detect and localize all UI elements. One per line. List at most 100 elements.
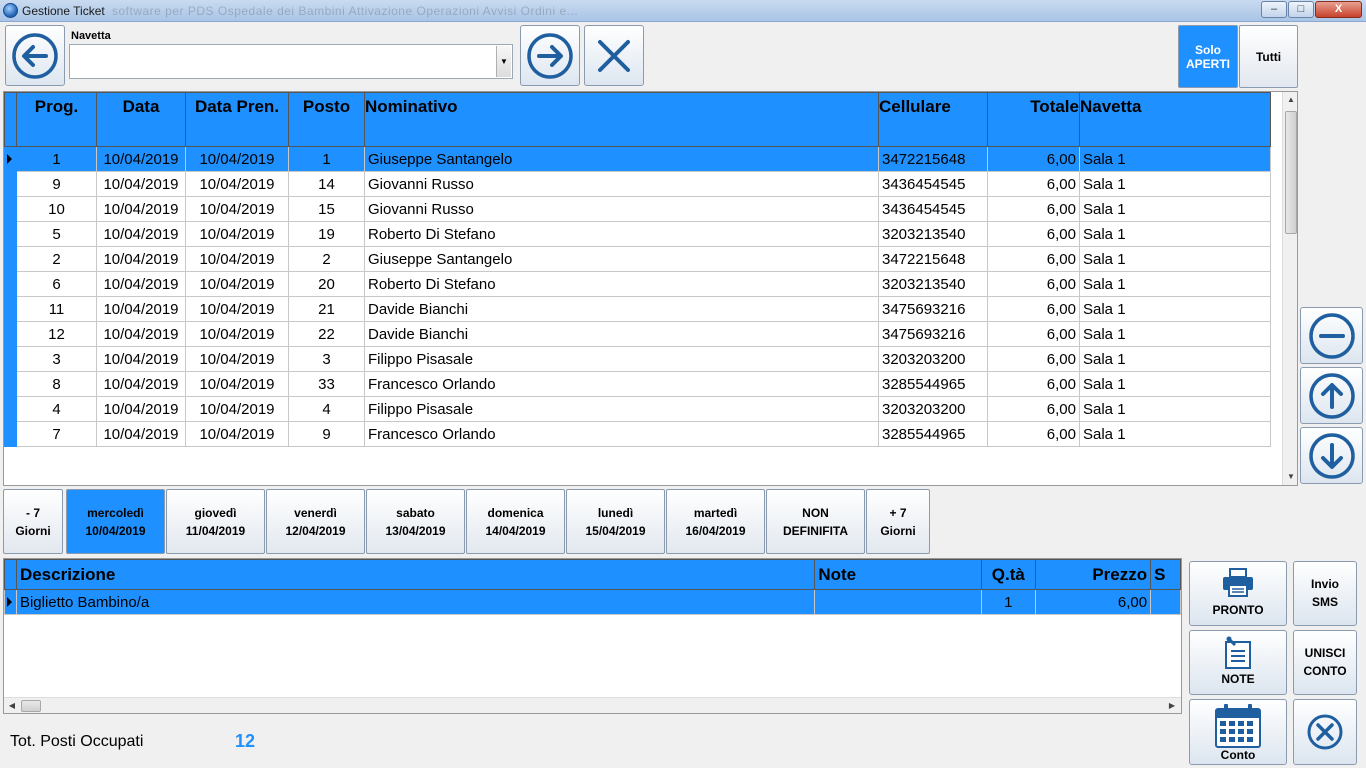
col-header-data[interactable]: Data — [96, 92, 186, 147]
cell-nominativo: Giovanni Russo — [364, 196, 879, 222]
row-indicator-header — [4, 92, 17, 147]
move-up-button[interactable] — [1300, 367, 1363, 424]
cell-cellulare: 3285544965 — [878, 371, 988, 397]
maximize-button[interactable]: □ — [1288, 1, 1314, 18]
col-header-cellulare[interactable]: Cellulare — [878, 92, 988, 147]
day-tab-4[interactable]: sabato 13/04/2019 — [366, 489, 465, 554]
unisci-conto-button[interactable]: UNISCI CONTO — [1293, 630, 1357, 695]
table-row[interactable]: 2 10/04/2019 10/04/2019 2 Giuseppe Santangel… — [4, 246, 1271, 272]
back-button[interactable] — [5, 25, 65, 86]
pronto-label: PRONTO — [1212, 603, 1264, 617]
grid-vertical-scrollbar[interactable]: ▲ ▼ — [1282, 92, 1297, 485]
pronto-button[interactable]: PRONTO — [1189, 561, 1287, 626]
minimize-button[interactable]: – — [1261, 1, 1287, 18]
col-header-note[interactable]: Note — [814, 559, 982, 590]
notepad-icon — [1225, 636, 1251, 669]
filter-solo-aperti-button[interactable]: Solo APERTI — [1178, 25, 1238, 88]
col-header-navetta[interactable]: Navetta — [1079, 92, 1271, 147]
day-tab-line2: 13/04/2019 — [385, 523, 446, 538]
cell-descrizione: Biglietto Bambino/a — [15, 589, 816, 615]
cell-prog: 1 — [16, 146, 97, 172]
dropdown-arrow-icon[interactable]: ▼ — [496, 46, 511, 77]
table-row[interactable]: 7 10/04/2019 10/04/2019 9 Francesco Orlando 3… — [4, 421, 1271, 447]
invio-sms-button[interactable]: Invio SMS — [1293, 561, 1357, 626]
cell-navetta: Sala 1 — [1079, 421, 1271, 447]
conto-button[interactable]: Conto — [1189, 699, 1287, 765]
cell-prog: 12 — [16, 321, 97, 347]
detail-row[interactable]: Biglietto Bambino/a 1 6,00 — [4, 589, 1181, 615]
table-row[interactable]: 6 10/04/2019 10/04/2019 20 Roberto Di Stefan… — [4, 271, 1271, 297]
scroll-down-arrow-icon[interactable]: ▼ — [1283, 469, 1297, 485]
scroll-up-arrow-icon[interactable]: ▲ — [1283, 92, 1297, 108]
cell-posto: 14 — [288, 171, 365, 197]
cell-totale: 6,00 — [987, 396, 1080, 422]
day-tab-9[interactable]: + 7 Giorni — [866, 489, 930, 554]
close-window-button[interactable]: X — [1315, 1, 1362, 18]
table-row[interactable]: 1 10/04/2019 10/04/2019 1 Giuseppe Santangel… — [4, 146, 1271, 172]
day-tab-5[interactable]: domenica 14/04/2019 — [466, 489, 565, 554]
cell-navetta: Sala 1 — [1079, 296, 1271, 322]
day-tab-8[interactable]: NON DEFINIFITA — [766, 489, 865, 554]
col-header-descrizione[interactable]: Descrizione — [15, 559, 816, 590]
cell-prog: 8 — [16, 371, 97, 397]
cell-nominativo: Giuseppe Santangelo — [364, 146, 879, 172]
table-row[interactable]: 5 10/04/2019 10/04/2019 19 Roberto Di Stefan… — [4, 221, 1271, 247]
invio-sms-label-1: Invio — [1310, 577, 1339, 591]
forward-button[interactable] — [520, 25, 580, 86]
scroll-right-arrow-icon[interactable]: ▶ — [1164, 698, 1180, 713]
day-tab-1[interactable]: mercoledì 10/04/2019 — [66, 489, 165, 554]
cell-totale: 6,00 — [987, 171, 1080, 197]
col-header-s[interactable]: S — [1150, 559, 1181, 590]
cell-cellulare: 3472215648 — [878, 246, 988, 272]
cell-data-pren: 10/04/2019 — [185, 396, 289, 422]
table-row[interactable]: 10 10/04/2019 10/04/2019 15 Giovanni Russo 34… — [4, 196, 1271, 222]
minus-circle-icon — [1308, 312, 1355, 359]
table-row[interactable]: 3 10/04/2019 10/04/2019 3 Filippo Pisasale 32… — [4, 346, 1271, 372]
table-row[interactable]: 8 10/04/2019 10/04/2019 33 Francesco Orlando… — [4, 371, 1271, 397]
navetta-select[interactable]: ▼ — [69, 44, 513, 79]
note-button[interactable]: NOTE — [1189, 630, 1287, 695]
day-tab-3[interactable]: venerdì 12/04/2019 — [266, 489, 365, 554]
col-header-nominativo[interactable]: Nominativo — [364, 92, 879, 147]
table-row[interactable]: 4 10/04/2019 10/04/2019 4 Filippo Pisasale 32… — [4, 396, 1271, 422]
detail-horizontal-scrollbar[interactable]: ◀ ▶ — [4, 697, 1181, 713]
title-bar: Gestione Ticket software per PDS Ospedal… — [0, 0, 1366, 22]
scroll-left-arrow-icon[interactable]: ◀ — [4, 698, 20, 713]
day-tab-2[interactable]: giovedì 11/04/2019 — [166, 489, 265, 554]
tickets-grid[interactable]: Prog. Data Data Pren. Posto Nominativo C… — [3, 91, 1298, 486]
col-header-posto[interactable]: Posto — [288, 92, 365, 147]
day-tab-6[interactable]: lunedì 15/04/2019 — [566, 489, 665, 554]
day-tab-line2: 12/04/2019 — [285, 523, 346, 538]
table-row[interactable]: 11 10/04/2019 10/04/2019 21 Davide Bianchi 34… — [4, 296, 1271, 322]
clear-button[interactable] — [584, 25, 644, 86]
move-down-button[interactable] — [1300, 427, 1363, 484]
col-header-prezzo[interactable]: Prezzo — [1034, 559, 1152, 590]
h-scroll-thumb[interactable] — [21, 700, 41, 712]
cell-data: 10/04/2019 — [96, 296, 186, 322]
cell-prog: 5 — [16, 221, 97, 247]
col-header-totale[interactable]: Totale — [987, 92, 1080, 147]
detail-grid[interactable]: Descrizione Note Q.tà Prezzo S Biglietto… — [3, 558, 1182, 714]
cell-posto: 19 — [288, 221, 365, 247]
cell-nominativo: Davide Bianchi — [364, 321, 879, 347]
table-row[interactable]: 9 10/04/2019 10/04/2019 14 Giovanni Russo 343… — [4, 171, 1271, 197]
day-tab-line2: 15/04/2019 — [585, 523, 646, 538]
table-row[interactable]: 12 10/04/2019 10/04/2019 22 Davide Bianchi 34… — [4, 321, 1271, 347]
scroll-thumb[interactable] — [1285, 111, 1297, 234]
cell-totale: 6,00 — [987, 421, 1080, 447]
cell-posto: 3 — [288, 346, 365, 372]
remove-button[interactable] — [1300, 307, 1363, 364]
filter-tutti-button[interactable]: Tutti — [1239, 25, 1298, 88]
day-tab-0[interactable]: - 7 Giorni — [3, 489, 63, 554]
col-header-data-pren[interactable]: Data Pren. — [185, 92, 289, 147]
navetta-label: Navetta — [71, 30, 111, 42]
cell-totale: 6,00 — [987, 196, 1080, 222]
day-tab-7[interactable]: martedì 16/04/2019 — [666, 489, 765, 554]
cell-totale: 6,00 — [987, 246, 1080, 272]
cell-totale: 6,00 — [987, 146, 1080, 172]
col-header-prog[interactable]: Prog. — [16, 92, 97, 147]
col-header-qta[interactable]: Q.tà — [980, 559, 1036, 590]
window-title: Gestione Ticket — [22, 4, 105, 18]
cancel-button[interactable] — [1293, 699, 1357, 765]
cell-note — [814, 589, 982, 615]
